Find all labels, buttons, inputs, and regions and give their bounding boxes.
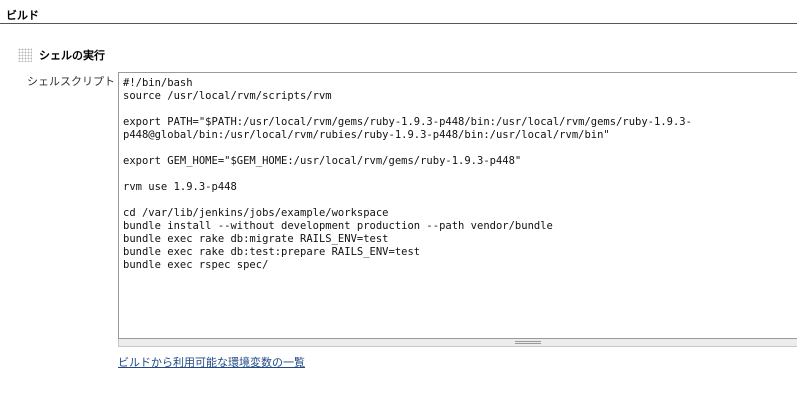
grip-icon [515,341,541,344]
env-vars-link[interactable]: ビルドから利用可能な環境変数の一覧 [118,354,305,370]
section-title: ビルド [6,9,39,22]
shell-script-label: シェルスクリプト [27,75,115,88]
build-step-title: シェルの実行 [39,49,105,62]
textarea-resize-handle[interactable] [118,339,797,347]
shell-script-textarea[interactable]: #!/bin/bash source /usr/local/rvm/script… [118,72,797,339]
build-step-execute-shell: シェルの実行 [18,46,105,64]
drag-handle-icon[interactable] [18,48,32,62]
shell-script-content[interactable]: #!/bin/bash source /usr/local/rvm/script… [119,73,797,272]
build-config-page: ビルド シェルの実行 シェルスクリプト #!/bin/bash source /… [0,0,797,411]
build-section-header: ビルド [0,0,797,24]
